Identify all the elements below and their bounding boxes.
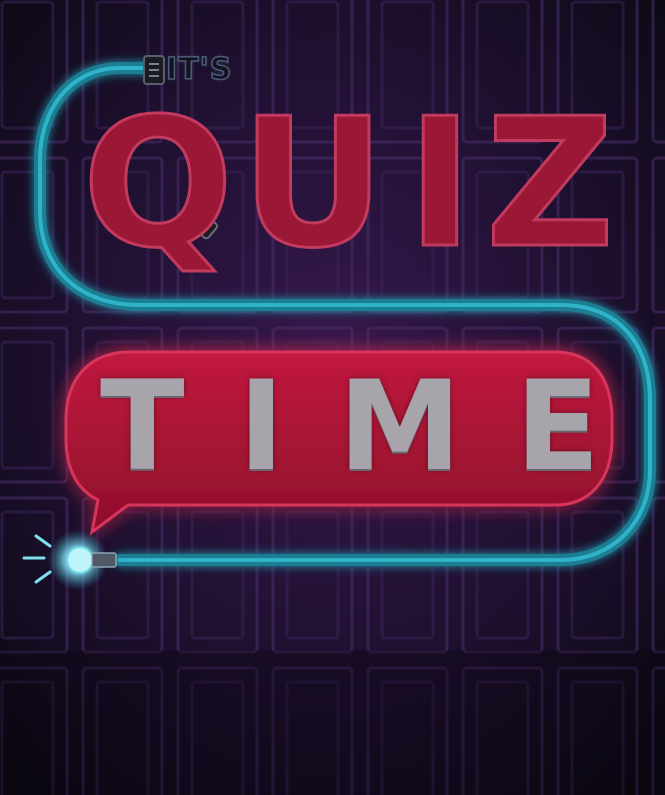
time-letter-m: M: [338, 355, 462, 499]
quiz-letter-u: U: [239, 80, 387, 287]
quiz-letter-z: Z: [484, 80, 616, 287]
lightbulb-icon: [22, 530, 117, 590]
quiz-letter-q: Q: [81, 80, 235, 287]
quiz-time-logo: IT'S Q U I Z T I M E: [0, 0, 665, 795]
time-letter-e: E: [515, 355, 600, 499]
quiz-letter-i: I: [405, 80, 474, 287]
time-letter-t: T: [100, 355, 185, 499]
time-word: T I M E: [100, 362, 600, 492]
time-letter-i: I: [238, 355, 285, 499]
